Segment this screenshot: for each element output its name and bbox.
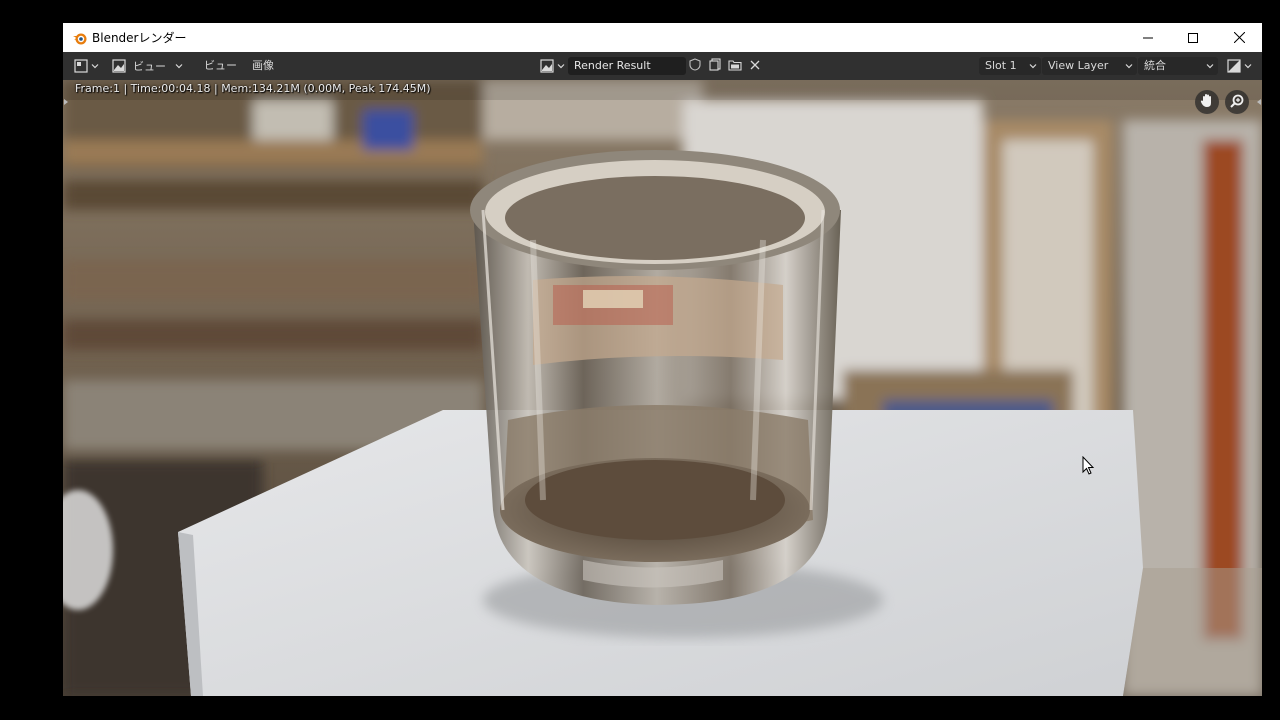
close-window-button[interactable] [1216, 23, 1262, 52]
browse-image-button[interactable] [539, 57, 565, 75]
menu-image[interactable]: 画像 [252, 58, 274, 74]
folder-icon [728, 59, 742, 74]
render-pass-label: 統合 [1144, 59, 1166, 72]
mouse-cursor-icon [1082, 456, 1095, 475]
image-editor-header: ビュー ビュー 画像 Render Result Slot 1 View Lay… [63, 52, 1262, 80]
chevron-down-icon [91, 64, 99, 69]
new-image-button[interactable] [706, 57, 724, 75]
open-image-button[interactable] [726, 57, 744, 75]
chevron-down-icon [1029, 64, 1037, 69]
display-channels-icon [1226, 58, 1242, 74]
hand-pan-icon [1200, 93, 1214, 112]
image-view-icon [111, 58, 127, 74]
chevron-down-icon [1244, 64, 1252, 69]
image-editor-icon [73, 58, 89, 74]
chevron-down-icon [1125, 64, 1133, 69]
pan-view-button[interactable] [1195, 90, 1219, 114]
chevron-down-icon [1206, 64, 1214, 69]
maximize-button[interactable] [1170, 23, 1216, 52]
blender-render-window: Blenderレンダー ビュー ビュー 画像 Render Result Slo… [63, 23, 1262, 696]
view-layer-dropdown[interactable]: View Layer [1042, 57, 1137, 75]
unlink-image-button[interactable] [746, 57, 764, 75]
image-name-field[interactable]: Render Result [568, 57, 686, 75]
close-icon [1233, 28, 1245, 47]
render-result-viewport[interactable]: Frame:1 | Time:00:04.18 | Mem:134.21M (0… [63, 80, 1262, 696]
image-browse-icon [539, 58, 555, 74]
glass-tumbler [470, 150, 841, 605]
close-icon [750, 60, 760, 73]
view-layer-label: View Layer [1048, 59, 1109, 72]
minimize-button[interactable] [1125, 23, 1171, 52]
slot-label: Slot 1 [985, 59, 1017, 72]
title-bar: Blenderレンダー [63, 23, 1262, 52]
display-channels-dropdown[interactable] [1226, 57, 1252, 75]
zoom-icon [1230, 93, 1244, 112]
chevron-down-icon [175, 64, 183, 69]
chevron-down-icon [557, 64, 565, 69]
zoom-view-button[interactable] [1225, 90, 1249, 114]
window-title: Blenderレンダー [92, 31, 187, 45]
new-image-icon [708, 58, 722, 74]
render-pass-dropdown[interactable]: 統合 [1138, 57, 1218, 75]
view-mode-label: ビュー [133, 60, 166, 73]
render-stats: Frame:1 | Time:00:04.18 | Mem:134.21M (0… [75, 82, 431, 95]
view-mode-dropdown[interactable]: ビュー [111, 57, 183, 75]
menu-view[interactable]: ビュー [204, 58, 237, 74]
fake-user-button[interactable] [686, 57, 704, 75]
right-region-toggle-icon[interactable] [1257, 99, 1261, 105]
shield-icon [689, 58, 701, 74]
left-region-toggle-icon[interactable] [64, 99, 68, 105]
editor-type-menu[interactable] [73, 57, 99, 75]
render-image [63, 80, 1262, 696]
minimize-icon [1143, 28, 1153, 47]
maximize-icon [1188, 28, 1198, 47]
slot-dropdown[interactable]: Slot 1 [979, 57, 1041, 75]
blender-logo-icon [72, 30, 88, 46]
